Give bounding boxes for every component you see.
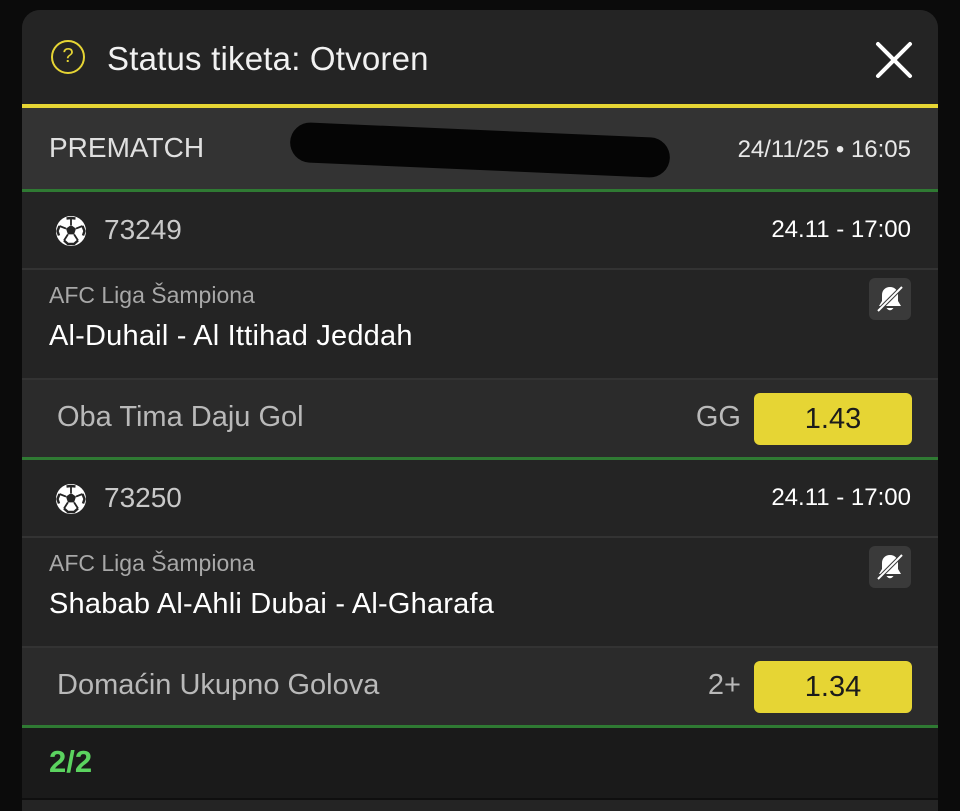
market-name: Domaćin Ukupno Golova	[57, 669, 380, 701]
pick-row: Oba Tima Daju Gol GG 1.43	[22, 380, 938, 460]
selection-label: GG	[695, 401, 741, 433]
odds-button[interactable]: 1.43	[754, 393, 912, 445]
league-name: AFC Liga Šampiona	[49, 282, 255, 308]
league-name: AFC Liga Šampiona	[49, 550, 255, 576]
modal-title: Status tiketa: Otvoren	[107, 40, 429, 77]
soccer-ball-icon	[56, 484, 86, 514]
event-details: AFC Liga Šampiona Al-Duhail - Al Ittihad…	[22, 270, 938, 380]
redaction-mark	[289, 121, 671, 179]
modal-header: ? Status tiketa: Otvoren	[22, 10, 938, 108]
pick-row: Domaćin Ukupno Golova 2+ 1.34	[22, 648, 938, 728]
ticket-status-modal: ? Status tiketa: Otvoren PREMATCH ID 24/…	[22, 10, 938, 811]
ticket-footer: 2/2	[22, 728, 938, 800]
event-code: 73249	[104, 214, 182, 245]
ticket-date: 24/11/25 • 16:05	[737, 136, 911, 163]
close-icon	[876, 42, 912, 78]
bet-mode-label: PREMATCH	[49, 132, 205, 163]
odds-button[interactable]: 1.34	[754, 661, 912, 713]
market-name: Oba Tima Daju Gol	[57, 401, 304, 433]
match-name[interactable]: Al-Duhail - Al Ittihad Jeddah	[49, 320, 413, 353]
soccer-ball-icon	[56, 216, 86, 246]
notification-toggle[interactable]	[869, 546, 911, 588]
event-details: AFC Liga Šampiona Shabab Al-Ahli Dubai -…	[22, 538, 938, 648]
event-time: 24.11 - 17:00	[771, 216, 911, 243]
divider	[22, 798, 938, 800]
settled-count: 2/2	[49, 744, 93, 779]
event-header: 73249 24.11 - 17:00	[22, 192, 938, 270]
close-button[interactable]	[870, 36, 918, 84]
event-code: 73250	[104, 482, 182, 513]
help-icon[interactable]: ?	[51, 40, 85, 74]
notification-toggle[interactable]	[869, 278, 911, 320]
ticket-info-bar: PREMATCH ID 24/11/25 • 16:05	[22, 108, 938, 192]
bell-off-icon	[876, 553, 904, 581]
event-header: 73250 24.11 - 17:00	[22, 460, 938, 538]
event-time: 24.11 - 17:00	[771, 484, 911, 511]
bell-off-icon	[876, 285, 904, 313]
match-name[interactable]: Shabab Al-Ahli Dubai - Al-Gharafa	[49, 588, 494, 621]
selection-label: 2+	[707, 669, 741, 701]
